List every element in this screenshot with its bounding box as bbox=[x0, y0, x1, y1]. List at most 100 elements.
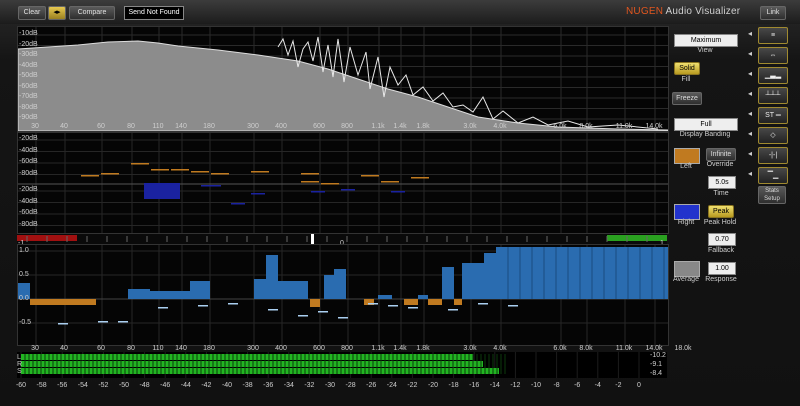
level-meters bbox=[17, 352, 667, 378]
mode-arrow-7[interactable]: ◂ bbox=[748, 149, 756, 161]
mode-arrow-4[interactable]: ◂ bbox=[748, 89, 756, 101]
clear-button[interactable]: Clear bbox=[18, 6, 46, 20]
banding-db-label: -40dB bbox=[19, 197, 38, 205]
phase-freq-label: 600 bbox=[313, 345, 325, 352]
spectrum-db-label: -60dB bbox=[19, 82, 38, 90]
left-color-swatch[interactable] bbox=[674, 148, 700, 164]
meter-db-label: -46 bbox=[160, 382, 171, 389]
spectrum-freq-label: 300 bbox=[247, 123, 259, 130]
spectrum-freq-label: 8.0k bbox=[579, 123, 593, 130]
banding-db-label: -80dB bbox=[19, 220, 38, 228]
swap-button[interactable]: ◂▸ bbox=[48, 6, 66, 20]
meter-left-value: -10.2 bbox=[650, 352, 666, 359]
phase-scale-label: 1.0 bbox=[19, 247, 29, 254]
phase-band-bar bbox=[324, 275, 334, 299]
phase-band-bar bbox=[442, 267, 454, 299]
right-color-swatch[interactable] bbox=[674, 204, 700, 220]
override-infinite-button[interactable]: Infinite bbox=[706, 148, 736, 161]
spectrum-freq-label: 140 bbox=[175, 123, 187, 130]
phase-freq-label: 1.4k bbox=[393, 345, 407, 352]
meter-right-label: R bbox=[17, 361, 23, 368]
banding-select[interactable]: Full bbox=[674, 118, 738, 131]
spectrum-db-label: -20dB bbox=[19, 40, 38, 48]
phase-freq-label: 80 bbox=[127, 345, 135, 352]
meter-db-label: -6 bbox=[574, 382, 581, 389]
stereo-width-icon[interactable]: ⇔ bbox=[758, 47, 788, 64]
mode-arrow-5[interactable]: ◂ bbox=[748, 109, 756, 121]
mode-arrow-2[interactable]: ◂ bbox=[748, 49, 756, 61]
spectrum-freq-label: 14.0k bbox=[645, 123, 663, 130]
phase-average-mark bbox=[228, 303, 238, 305]
diamond-icon[interactable]: ◇ bbox=[758, 127, 788, 144]
spectrum-freq-label: 1.8k bbox=[416, 123, 430, 130]
meter-db-label: -52 bbox=[98, 382, 109, 389]
phase-panel[interactable] bbox=[17, 244, 685, 346]
mode-arrow-6[interactable]: ◂ bbox=[748, 129, 756, 141]
mode-arrow-1[interactable]: ◂ bbox=[748, 29, 756, 41]
meter-db-label: -2 bbox=[615, 382, 622, 389]
spectrum-fill-icon[interactable]: ▁▃▂ bbox=[758, 67, 788, 84]
banding-left-peak bbox=[151, 169, 169, 171]
banding-panel[interactable] bbox=[17, 132, 685, 234]
spectrum-panel[interactable] bbox=[17, 26, 685, 132]
fallback-icon[interactable]: ▔▁ bbox=[758, 167, 788, 184]
meter-side-value: -8.4 bbox=[650, 370, 663, 377]
response-input[interactable]: 1.00 bbox=[708, 262, 736, 275]
phase-freq-label: 6.0k bbox=[553, 345, 567, 352]
status-display: Send Not Found bbox=[124, 6, 184, 20]
mode-arrow-8[interactable]: ◂ bbox=[748, 169, 756, 181]
phase-band-bar bbox=[254, 279, 266, 299]
link-button[interactable]: Link bbox=[760, 6, 786, 20]
fill-solid-button[interactable]: Solid bbox=[674, 62, 700, 75]
banding-icon[interactable]: ┴┴┴ bbox=[758, 87, 788, 104]
phase-band-bar bbox=[484, 253, 496, 299]
compare-button[interactable]: Compare bbox=[69, 6, 115, 20]
phase-icon[interactable]: -|-| bbox=[758, 147, 788, 164]
spectrum-freq-label: 11.0k bbox=[615, 123, 633, 130]
average-color-swatch[interactable] bbox=[674, 261, 700, 277]
time-label: Time bbox=[713, 190, 729, 197]
phase-average-mark bbox=[158, 307, 168, 309]
spectrum-freq-label: 800 bbox=[341, 123, 353, 130]
st-icon[interactable]: ST ═ bbox=[758, 107, 788, 124]
spectrum-freq-label: 1.4k bbox=[393, 123, 407, 130]
spectrum-freq-label: 600 bbox=[313, 123, 325, 130]
fallback-input[interactable]: 0.70 bbox=[708, 233, 736, 246]
phase-freq-label: 60 bbox=[97, 345, 105, 352]
banding-left-peak bbox=[321, 183, 339, 185]
spectrum-freq-label: 400 bbox=[275, 123, 287, 130]
meter-right-value: -9.1 bbox=[650, 361, 663, 368]
phase-band-bar bbox=[310, 299, 320, 307]
banding-right-peak bbox=[251, 193, 265, 195]
phase-average-mark bbox=[478, 303, 488, 305]
phase-band-bar bbox=[428, 299, 442, 305]
banding-left-peak bbox=[171, 169, 189, 171]
phase-average-mark bbox=[118, 321, 128, 323]
meter-db-label: -28 bbox=[345, 382, 356, 389]
stats-setup-button[interactable]: Stats Setup bbox=[758, 186, 786, 204]
phase-average-mark bbox=[198, 305, 208, 307]
phase-average-mark bbox=[268, 309, 278, 311]
meter-db-label: -22 bbox=[407, 382, 418, 389]
peak-hold-button[interactable]: Peak bbox=[708, 205, 734, 218]
phase-graph bbox=[18, 245, 685, 345]
phase-average-mark bbox=[448, 309, 458, 311]
waveform-lines-icon[interactable]: ≡ bbox=[758, 27, 788, 44]
mode-arrow-3[interactable]: ◂ bbox=[748, 69, 756, 81]
spectrum-freq-label: 80 bbox=[127, 123, 135, 130]
meter-db-label: -24 bbox=[386, 382, 397, 389]
phase-freq-label: 11.0k bbox=[615, 345, 633, 352]
time-input[interactable]: 5.0s bbox=[708, 176, 736, 189]
banding-db-label: -40dB bbox=[19, 146, 38, 154]
phase-freq-label: 110 bbox=[152, 345, 164, 352]
peak-hold-label: Peak Hold bbox=[703, 219, 737, 226]
fill-label: Fill bbox=[681, 76, 691, 83]
view-select[interactable]: Maximum bbox=[674, 34, 738, 47]
override-label: Override bbox=[706, 161, 734, 168]
meter-db-label: -48 bbox=[139, 382, 150, 389]
meter-db-label: -44 bbox=[180, 382, 191, 389]
spectrum-freq-label: 110 bbox=[152, 123, 164, 130]
freeze-button[interactable]: Freeze bbox=[672, 92, 702, 105]
phase-band-bar bbox=[462, 263, 484, 299]
meter-db-label: -56 bbox=[57, 382, 68, 389]
